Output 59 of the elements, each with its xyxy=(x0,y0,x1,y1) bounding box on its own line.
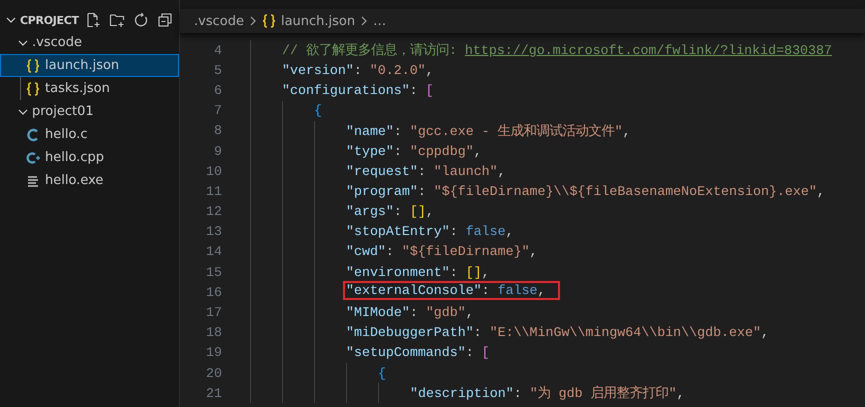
code-line: "description": "为 gdb 启用整齐打印", xyxy=(410,384,685,404)
line-number: 8 xyxy=(213,123,222,138)
braces-icon xyxy=(26,58,40,72)
line-number: 10 xyxy=(205,164,222,179)
line-number: 11 xyxy=(205,184,222,199)
file-item[interactable]: tasks.json xyxy=(0,77,179,100)
code-line: "type": "cppdbg", xyxy=(346,142,482,160)
c-file-icon xyxy=(26,128,40,142)
code-line: "miDebuggerPath": "E:\\MinGw\\mingw64\\bin\\gdb.exe", xyxy=(346,324,769,342)
line-number: 6 xyxy=(213,82,222,98)
code-line: "stopAtEntry": false, xyxy=(346,223,514,240)
explorer-title[interactable]: CPROJECT xyxy=(20,14,79,26)
line-number: 9 xyxy=(213,144,222,159)
file-item[interactable]: hello.c xyxy=(0,123,179,146)
code-line: // 欲了解更多信息，请访问: https://go.microsoft.com/fwlink/?linkid=830387 xyxy=(282,42,832,60)
line-number: 4 xyxy=(213,42,222,58)
line-number: 17 xyxy=(205,305,222,320)
code-line: "name": "gcc.exe - 生成和调试活动文件", xyxy=(346,122,631,141)
code-line: "cwd": "${fileDirname}", xyxy=(346,243,538,260)
breadcrumb-item[interactable]: … xyxy=(373,14,386,28)
folder-item[interactable]: project01 xyxy=(0,100,179,123)
line-number: 18 xyxy=(205,325,222,340)
collapse-all-icon[interactable] xyxy=(156,12,173,28)
line-number: 12 xyxy=(205,204,222,220)
line-number: 20 xyxy=(205,366,222,381)
line-number: 5 xyxy=(213,62,222,78)
code-line: { xyxy=(378,364,386,382)
file-item[interactable]: hello.cpp xyxy=(0,146,179,169)
code-line: { xyxy=(314,102,322,120)
line-number: 21 xyxy=(205,386,222,401)
folder-item[interactable]: .vscode xyxy=(0,31,179,54)
code-line: "args": [], xyxy=(346,203,434,220)
breadcrumb-item[interactable]: .vscode xyxy=(194,14,244,28)
breadcrumb-item[interactable]: launch.json xyxy=(262,14,356,28)
link[interactable]: https://go.microsoft.com/fwlink/?linkid=830387 xyxy=(464,43,832,58)
line-number: 14 xyxy=(205,244,222,260)
line-number: 19 xyxy=(205,345,222,360)
code-line: "environment": [], xyxy=(346,264,490,281)
c-plus-file-icon xyxy=(26,150,40,164)
code-line: "setupCommands": [ xyxy=(346,344,490,362)
chevron-right-icon xyxy=(248,16,258,26)
code-line: "program": "${fileDirname}\\${fileBasenameNoExtension}.exe", xyxy=(346,182,825,200)
code-line: "configurations": [ xyxy=(282,82,434,99)
code-line: "MIMode": "gdb", xyxy=(346,304,474,322)
braces-icon xyxy=(26,82,40,96)
refresh-icon[interactable] xyxy=(132,12,149,28)
braces-icon xyxy=(262,14,276,28)
file-item[interactable]: hello.exe xyxy=(0,169,179,192)
lines-file-icon xyxy=(26,174,40,188)
code-line: "version": "0.2.0", xyxy=(282,62,434,79)
line-number: 13 xyxy=(205,224,222,240)
line-number: 15 xyxy=(205,264,222,280)
line-number: 16 xyxy=(205,284,222,300)
line-number: 7 xyxy=(213,103,222,118)
file-item[interactable]: launch.json xyxy=(0,54,179,77)
new-file-icon[interactable] xyxy=(84,12,101,28)
chevron-right-icon xyxy=(359,16,370,26)
new-folder-icon[interactable] xyxy=(108,12,125,28)
code-line: "request": "launch", xyxy=(346,162,506,180)
